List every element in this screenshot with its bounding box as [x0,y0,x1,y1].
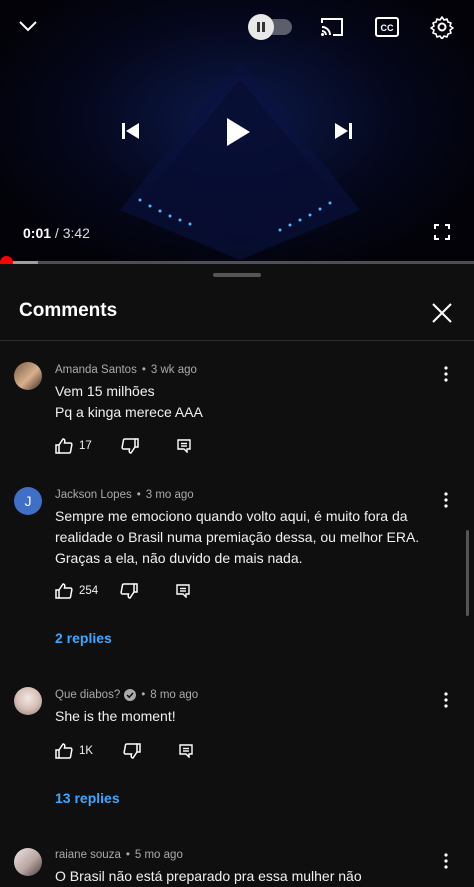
reply-icon [179,744,193,758]
comment-text: Vem 15 milhões Pq a kinga merece AAA [55,381,435,423]
avatar[interactable] [14,687,42,715]
avatar[interactable] [14,848,42,876]
reply-icon [177,439,191,453]
reply-button[interactable] [179,744,193,758]
reply-button[interactable] [176,584,190,598]
thumbs-up-icon [55,583,73,599]
comment-age: 3 wk ago [150,364,197,376]
meta-dot: • [125,849,130,861]
captions-icon[interactable]: CC [373,14,401,40]
comment-line: Graças a ela, não duvido de mais nada. [55,550,303,566]
time-display: 0:01 / 3:42 [23,225,90,241]
comment-text: Sempre me emociono quando volto aqui, é … [55,506,435,569]
thumbs-down-icon [121,438,139,454]
previous-icon[interactable] [118,118,144,144]
view-replies-link[interactable]: 2 replies [55,630,112,646]
comment-actions: 254 [55,583,190,599]
like-count: 1K [79,745,94,757]
meta-dot: • [141,689,146,701]
dislike-button[interactable] [121,438,139,454]
reply-icon [176,584,190,598]
comment-actions: 17 [55,438,191,454]
verified-check-icon [124,689,137,701]
avatar[interactable] [14,362,42,390]
comment-author[interactable]: Que diabos? [55,689,120,701]
settings-gear-icon[interactable] [428,13,456,41]
comment-author[interactable]: raiane souza [55,849,121,861]
like-button[interactable]: 1K [55,743,93,759]
like-button[interactable]: 254 [55,583,98,599]
pause-icon [248,14,274,40]
next-icon[interactable] [330,118,356,144]
thumbs-up-icon [55,743,73,759]
close-icon[interactable] [427,298,457,328]
comment-actions: 1K [55,743,193,759]
comments-panel: Comments Amanda Santos • 3 wk ago Vem 15… [0,264,474,884]
time-separator: / [51,225,63,241]
play-icon[interactable] [216,110,260,154]
like-count: 254 [79,585,99,597]
comment-meta: Amanda Santos • 3 wk ago [55,364,197,376]
reply-button[interactable] [177,439,191,453]
fullscreen-icon[interactable] [430,220,454,244]
collapse-chevron-icon[interactable] [14,12,42,40]
svg-text:CC: CC [381,23,394,33]
drag-handle[interactable] [213,273,261,277]
more-options-icon[interactable] [438,691,454,709]
avatar[interactable]: J [14,487,42,515]
dislike-button[interactable] [120,583,138,599]
dislike-button[interactable] [123,743,141,759]
video-frame [120,60,360,260]
comment-age: 3 mo ago [145,489,194,501]
video-player[interactable]: CC 0:01 / 3:42 [0,0,474,264]
comment-age: 8 mo ago [150,689,199,701]
comment-meta: Jackson Lopes • 3 mo ago [55,489,194,501]
divider [0,340,474,341]
cast-icon[interactable] [318,14,346,40]
more-options-icon[interactable] [438,491,454,509]
comment-age: 5 mo ago [134,849,183,861]
current-time: 0:01 [23,225,52,241]
comment-line: Sempre me emociono quando volto aqui, é … [55,508,408,524]
meta-dot: • [136,489,141,501]
comment-line: Pq a kinga merece AAA [55,404,203,420]
thumbs-down-icon [123,743,141,759]
comments-title: Comments [19,300,118,321]
like-count: 17 [79,440,92,452]
comment-author[interactable]: Jackson Lopes [55,489,132,501]
view-replies-link[interactable]: 13 replies [55,790,120,806]
comment-line: Vem 15 milhões [55,383,155,399]
like-button[interactable]: 17 [55,438,92,454]
scrollbar[interactable] [466,530,469,616]
comment-meta: Que diabos? • 8 mo ago [55,689,198,701]
comment-line: She is the moment! [55,708,176,724]
thumbs-down-icon [120,583,138,599]
comment-text: She is the moment! [55,706,435,727]
avatar-letter: J [24,493,32,509]
autoplay-toggle[interactable] [248,14,292,40]
duration: 3:42 [62,225,90,241]
thumbs-up-icon [55,438,73,454]
comment-meta: raiane souza • 5 mo ago [55,849,183,861]
meta-dot: • [141,364,146,376]
comment-line: realidade o Brasil numa premiação dessa,… [55,529,420,545]
more-options-icon[interactable] [438,365,454,383]
more-options-icon[interactable] [438,852,454,870]
comment-author[interactable]: Amanda Santos [55,364,137,376]
